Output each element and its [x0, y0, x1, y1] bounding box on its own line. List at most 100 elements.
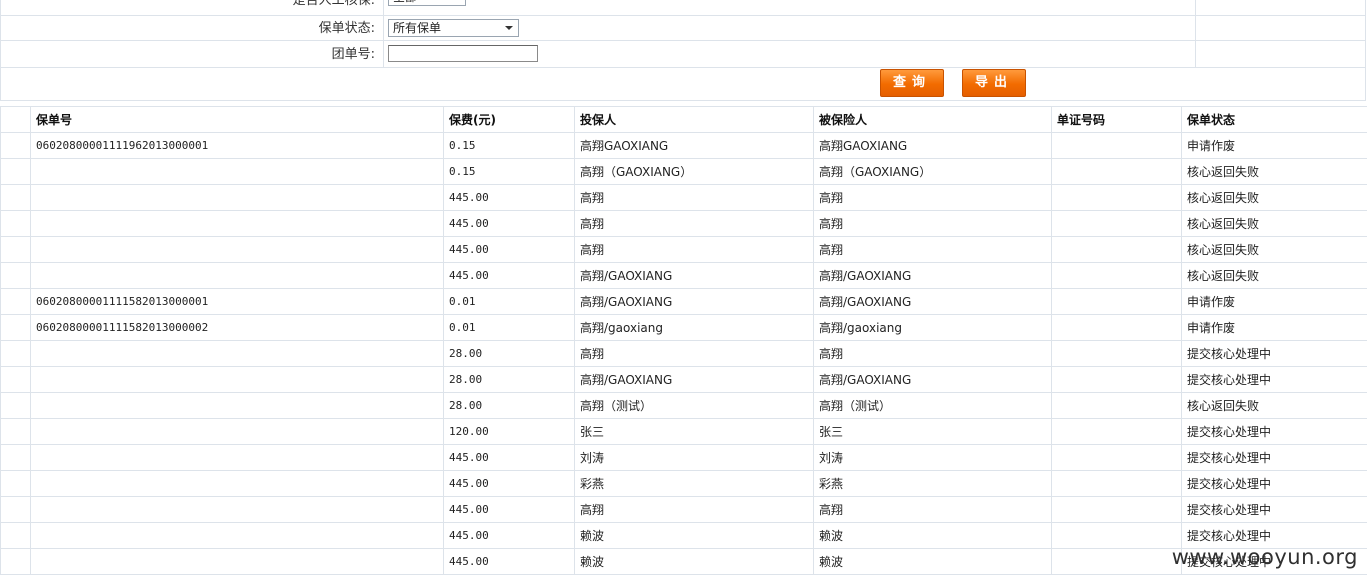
watermark: www.wooyun.org — [1171, 545, 1358, 569]
table-header-row: 保单号 保费(元) 投保人 被保险人 单证号码 保单状态 — [0, 106, 1367, 133]
applicant-cell: 高翔 — [574, 340, 814, 367]
select-cell — [0, 158, 31, 185]
premium-cell: 445.00 — [443, 210, 575, 237]
manual-review-select[interactable]: 全部 — [388, 0, 466, 6]
insured-cell: 赖波 — [813, 548, 1052, 575]
premium-cell: 28.00 — [443, 340, 575, 367]
table-row[interactable]: 445.00 赖波 赖波 提交核心处理中 — [0, 522, 1367, 549]
column-header-select — [0, 106, 31, 133]
document-no-cell — [1051, 210, 1182, 237]
applicant-cell: 高翔 — [574, 496, 814, 523]
premium-cell: 120.00 — [443, 418, 575, 445]
policy-no-cell — [30, 548, 444, 575]
document-no-cell — [1051, 548, 1182, 575]
document-no-cell — [1051, 418, 1182, 445]
policy-status-select[interactable]: 所有保单 — [388, 19, 519, 37]
select-cell — [0, 522, 31, 549]
insured-cell: 张三 — [813, 418, 1052, 445]
select-cell — [0, 314, 31, 341]
select-cell — [0, 288, 31, 315]
policy-status-cell: 核心返回失败 — [1181, 262, 1367, 289]
policy-status-cell: 提交核心处理中 — [1181, 418, 1367, 445]
policy-no-cell — [30, 366, 444, 393]
policy-status-value: 所有保单 — [393, 21, 442, 35]
policy-no-cell — [30, 496, 444, 523]
policy-no-cell: 06020800001111582013000001 — [30, 288, 444, 315]
applicant-cell: 高翔 — [574, 210, 814, 237]
table-row[interactable]: 28.00 高翔/GAOXIANG 高翔/GAOXIANG 提交核心处理中 — [0, 366, 1367, 393]
policy-no-cell — [30, 158, 444, 185]
table-row[interactable]: 06020800001111582013000002 0.01 高翔/gaoxian… — [0, 314, 1367, 341]
insured-cell: 高翔 — [813, 340, 1052, 367]
applicant-cell: 彩燕 — [574, 470, 814, 497]
select-cell — [0, 236, 31, 263]
table-row[interactable]: 28.00 高翔（测试） 高翔（测试） 核心返回失败 — [0, 392, 1367, 419]
table-row[interactable]: 445.00 高翔/GAOXIANG 高翔/GAOXIANG 核心返回失败 — [0, 262, 1367, 289]
select-cell — [0, 392, 31, 419]
document-no-cell — [1051, 184, 1182, 211]
filter-row-group-no: 团单号: — [0, 41, 1366, 68]
table-row[interactable]: 06020800001111582013000001 0.01 高翔/GAOXIAN… — [0, 288, 1367, 315]
table-row[interactable]: 120.00 张三 张三 提交核心处理中 — [0, 418, 1367, 445]
document-no-cell — [1051, 236, 1182, 263]
group-no-input[interactable] — [388, 45, 538, 62]
policy-no-cell — [30, 340, 444, 367]
query-button[interactable]: 查询 — [880, 69, 944, 97]
applicant-cell: 刘涛 — [574, 444, 814, 471]
premium-cell: 445.00 — [443, 262, 575, 289]
table-row[interactable]: 445.00 高翔 高翔 提交核心处理中 — [0, 496, 1367, 523]
column-header-document-no: 单证号码 — [1051, 106, 1182, 133]
policy-status-cell: 提交核心处理中 — [1181, 444, 1367, 471]
document-no-cell — [1051, 158, 1182, 185]
insured-cell: 彩燕 — [813, 470, 1052, 497]
table-row[interactable]: 28.00 高翔 高翔 提交核心处理中 — [0, 340, 1367, 367]
table-row[interactable]: 445.00 高翔 高翔 核心返回失败 — [0, 210, 1367, 237]
manual-review-value: 全部 — [393, 0, 417, 4]
premium-cell: 445.00 — [443, 236, 575, 263]
insured-cell: 高翔 — [813, 184, 1052, 211]
premium-cell: 445.00 — [443, 470, 575, 497]
applicant-cell: 高翔GAOXIANG — [574, 132, 814, 159]
table-row[interactable]: 445.00 赖波 赖波 提交核心处理中 — [0, 548, 1367, 575]
document-no-cell — [1051, 314, 1182, 341]
applicant-cell: 高翔/GAOXIANG — [574, 366, 814, 393]
document-no-cell — [1051, 132, 1182, 159]
insured-cell: 高翔（测试） — [813, 392, 1052, 419]
policy-no-cell — [30, 418, 444, 445]
table-row[interactable]: 445.00 彩燕 彩燕 提交核心处理中 — [0, 470, 1367, 497]
results-table: 保单号 保费(元) 投保人 被保险人 单证号码 保单状态 06020800001… — [0, 106, 1367, 575]
document-no-cell — [1051, 340, 1182, 367]
select-cell — [0, 340, 31, 367]
table-row[interactable]: 0.15 高翔（GAOXIANG） 高翔（GAOXIANG） 核心返回失败 — [0, 158, 1367, 185]
insured-cell: 高翔（GAOXIANG） — [813, 158, 1052, 185]
policy-status-cell: 提交核心处理中 — [1181, 340, 1367, 367]
insured-cell: 刘涛 — [813, 444, 1052, 471]
policy-no-cell — [30, 470, 444, 497]
chevron-down-icon — [505, 26, 513, 30]
export-button[interactable]: 导出 — [962, 69, 1026, 97]
premium-cell: 0.01 — [443, 314, 575, 341]
table-row[interactable]: 06020800001111962013000001 0.15 高翔GAOXIANG… — [0, 132, 1367, 159]
select-cell — [0, 366, 31, 393]
policy-no-cell: 06020800001111962013000001 — [30, 132, 444, 159]
policy-status-cell: 核心返回失败 — [1181, 392, 1367, 419]
policy-no-cell — [30, 392, 444, 419]
table-row[interactable]: 445.00 刘涛 刘涛 提交核心处理中 — [0, 444, 1367, 471]
select-cell — [0, 496, 31, 523]
column-header-applicant: 投保人 — [574, 106, 814, 133]
premium-cell: 445.00 — [443, 496, 575, 523]
applicant-cell: 高翔/GAOXIANG — [574, 262, 814, 289]
document-no-cell — [1051, 262, 1182, 289]
table-row[interactable]: 445.00 高翔 高翔 核心返回失败 — [0, 236, 1367, 263]
document-no-cell — [1051, 522, 1182, 549]
policy-status-cell: 申请作废 — [1181, 132, 1367, 159]
insured-cell: 赖波 — [813, 522, 1052, 549]
applicant-cell: 高翔/GAOXIANG — [574, 288, 814, 315]
insured-cell: 高翔/GAOXIANG — [813, 262, 1052, 289]
insured-cell: 高翔/gaoxiang — [813, 314, 1052, 341]
table-row[interactable]: 445.00 高翔 高翔 核心返回失败 — [0, 184, 1367, 211]
document-no-cell — [1051, 392, 1182, 419]
applicant-cell: 赖波 — [574, 522, 814, 549]
insured-cell: 高翔 — [813, 496, 1052, 523]
premium-cell: 445.00 — [443, 522, 575, 549]
